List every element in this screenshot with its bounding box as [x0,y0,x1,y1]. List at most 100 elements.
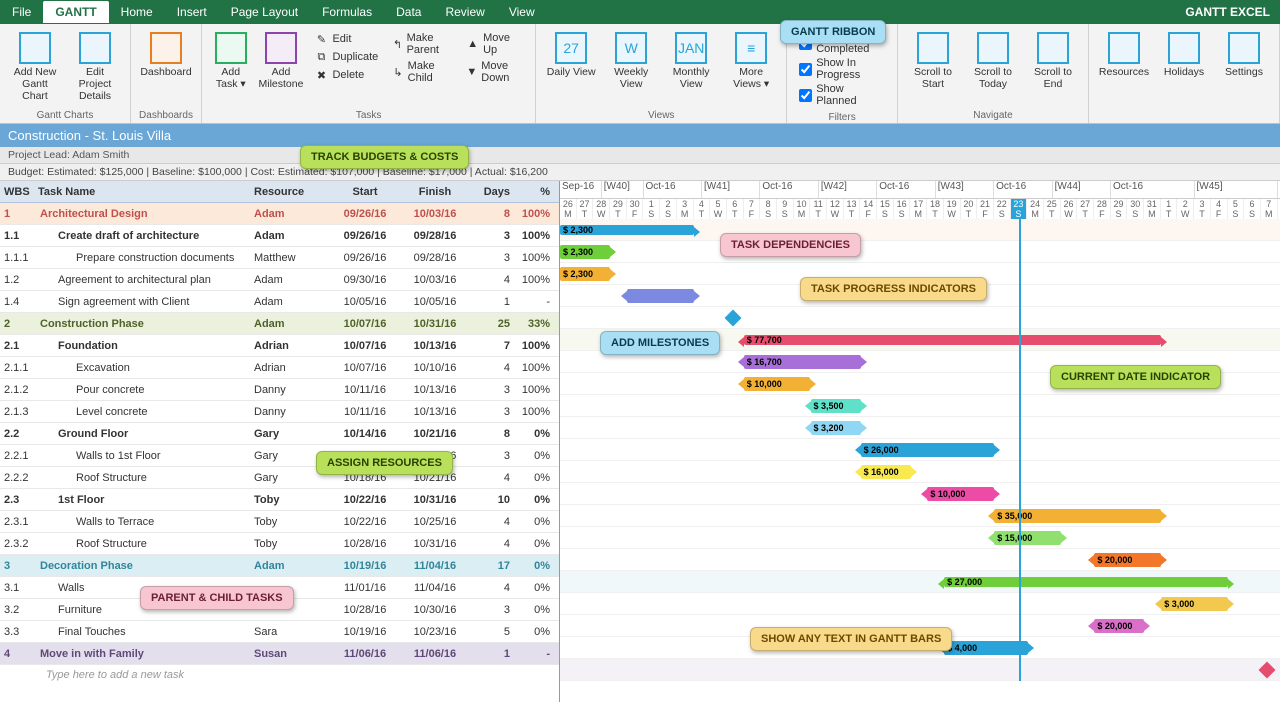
callout-resources: ASSIGN RESOURCES [316,451,453,475]
filter-planned-checkbox[interactable] [799,89,812,102]
table-row[interactable]: 4Move in with FamilySusan11/06/1611/06/1… [0,643,559,665]
gantt-row: $ 27,000 [560,571,1280,593]
gantt-bar[interactable]: $ 26,000 [861,443,995,457]
table-row[interactable]: 3.3Final TouchesSara10/19/1610/23/1650% [0,621,559,643]
scroll-start-button[interactable]: Scroll to Start [904,28,962,108]
col-days[interactable]: Days [470,186,514,198]
cell: Danny [250,384,330,396]
scroll-today-button[interactable]: Scroll to Today [964,28,1022,108]
table-row[interactable]: 2.1.2Pour concreteDanny10/11/1610/13/163… [0,379,559,401]
gantt-bar[interactable] [627,289,694,303]
gantt-area[interactable]: Sep-16[W40]Oct-16[W41]Oct-16[W42]Oct-16[… [560,181,1280,702]
menu-data[interactable]: Data [384,1,433,23]
add-task-button[interactable]: Add Task ▾ [208,28,254,108]
table-row[interactable]: 2Construction PhaseAdam10/07/1610/31/162… [0,313,559,335]
menu-insert[interactable]: Insert [165,1,219,23]
cell: 0% [514,450,554,462]
cell: 100% [514,208,554,220]
gantt-bar[interactable]: $ 2,300 [560,245,610,259]
new-task-input[interactable]: Type here to add a new task [0,665,559,685]
col-finish[interactable]: Finish [400,186,470,198]
gantt-bar[interactable]: $ 20,000 [1094,619,1144,633]
gantt-bar-label: $ 2,300 [563,269,593,279]
table-row[interactable]: 2.2.1Walls to 1st FloorGary10/14/1610/16… [0,445,559,467]
resources-button[interactable]: Resources [1095,28,1153,121]
add-milestone-button[interactable]: Add Milestone [256,28,307,108]
gantt-bar[interactable]: $ 27,000 [944,577,1228,587]
add-gantt-button[interactable]: Add New Gantt Chart [6,28,64,108]
cmd-edit[interactable]: ✎Edit [312,30,380,48]
weekly-button[interactable]: WWeekly View [602,28,660,108]
menu-review[interactable]: Review [433,1,496,23]
cell: 25 [470,318,514,330]
table-row[interactable]: 1.1.1Prepare construction documentsMatth… [0,247,559,269]
table-row[interactable]: 2.2Ground FloorGary10/14/1610/21/1680% [0,423,559,445]
timeline-header: Sep-16[W40]Oct-16[W41]Oct-16[W42]Oct-16[… [560,181,1280,219]
gantt-bar[interactable]: $ 10,000 [927,487,994,501]
cell: 10/28/16 [330,604,400,616]
holidays-button[interactable]: Holidays [1155,28,1213,121]
gantt-bar[interactable]: $ 4,000 [944,641,1028,655]
table-row[interactable]: 1.2Agreement to architectural planAdam09… [0,269,559,291]
cmd-move-up[interactable]: ▲Move Up [464,30,525,58]
table-row[interactable]: 2.1.1ExcavationAdrian10/07/1610/10/16410… [0,357,559,379]
col-resource[interactable]: Resource [250,186,330,198]
milestone-icon[interactable] [725,310,742,327]
table-row[interactable]: 2.1.3Level concreteDanny10/11/1610/13/16… [0,401,559,423]
col-start[interactable]: Start [330,186,400,198]
cell: 2.1.3 [0,406,34,418]
col-wbs[interactable]: WBS [0,186,34,198]
dashboard-button[interactable]: Dashboard [137,28,195,108]
cmd-make-parent[interactable]: ↰Make Parent [390,30,454,58]
cell: 3 [0,560,34,572]
menu-formulas[interactable]: Formulas [310,1,384,23]
cell: Prepare construction documents [34,252,250,264]
menu-page-layout[interactable]: Page Layout [219,1,310,23]
gantt-bar[interactable]: $ 3,000 [1161,597,1228,611]
gantt-bar[interactable]: $ 10,000 [744,377,811,391]
gantt-bar[interactable]: $ 3,200 [811,421,861,435]
table-row[interactable]: 3Decoration PhaseAdam10/19/1611/04/16170… [0,555,559,577]
table-row[interactable]: 2.1FoundationAdrian10/07/1610/13/167100% [0,335,559,357]
gantt-bar[interactable]: $ 16,000 [861,465,911,479]
filter-inprogress-checkbox[interactable] [799,63,812,76]
table-row[interactable]: 1.4Sign agreement with ClientAdam10/05/1… [0,291,559,313]
monthly-button[interactable]: JANMonthly View [662,28,720,108]
cell: 10 [470,494,514,506]
more-button[interactable]: ≡More Views ▾ [722,28,780,108]
filter-inprogress[interactable]: Show In Progress [797,56,887,82]
settings-button[interactable]: Settings [1215,28,1273,121]
cmd-move-down[interactable]: ▼Move Down [464,58,525,86]
table-row[interactable]: 2.31st FloorToby10/22/1610/31/16100% [0,489,559,511]
gantt-bar[interactable]: $ 2,300 [560,267,610,281]
daily-button[interactable]: 27Daily View [542,28,600,108]
gantt-bar[interactable]: $ 20,000 [1094,553,1161,567]
gantt-bar-label: $ 77,700 [747,335,782,345]
cell: 4 [470,472,514,484]
milestone-icon[interactable] [1259,662,1276,679]
gantt-bar[interactable]: $ 3,500 [811,399,861,413]
gantt-bar[interactable]: $ 16,700 [744,355,861,369]
edit-details-button[interactable]: Edit Project Details [66,28,124,108]
menu-home[interactable]: Home [109,1,165,23]
cmd-delete[interactable]: ✖Delete [312,66,380,84]
col-task[interactable]: Task Name [34,186,250,198]
table-row[interactable]: 1.1Create draft of architectureAdam09/26… [0,225,559,247]
scroll-end-button[interactable]: Scroll to End [1024,28,1082,108]
gantt-row: $ 10,000 [560,483,1280,505]
table-row[interactable]: 1Architectural DesignAdam09/26/1610/03/1… [0,203,559,225]
menu-file[interactable]: File [0,1,43,23]
gantt-bar[interactable]: $ 15,000 [994,531,1061,545]
gantt-bar[interactable]: $ 77,700 [744,335,1162,345]
menu-view[interactable]: View [497,1,547,23]
cell: Walls to 1st Floor [34,450,250,462]
cmd-duplicate[interactable]: ⧉Duplicate [312,48,380,66]
col-pct[interactable]: % [514,186,554,198]
cmd-make-child[interactable]: ↳Make Child [390,58,454,86]
menu-gantt[interactable]: GANTT [43,1,108,23]
gantt-bar[interactable]: $ 2,300 [560,225,694,235]
filter-planned[interactable]: Show Planned [797,82,887,108]
table-row[interactable]: 2.3.1Walls to TerraceToby10/22/1610/25/1… [0,511,559,533]
table-row[interactable]: 2.3.2Roof StructureToby10/28/1610/31/164… [0,533,559,555]
table-row[interactable]: 2.2.2Roof StructureGary10/18/1610/21/164… [0,467,559,489]
